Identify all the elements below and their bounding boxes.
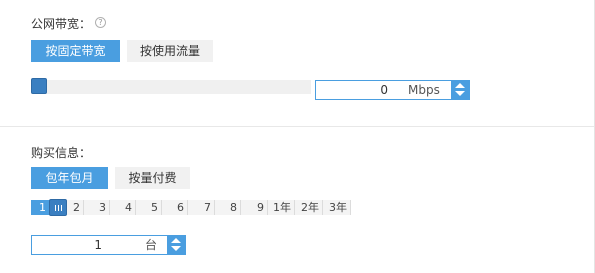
grip-line <box>61 205 62 211</box>
duration-tick[interactable]: 6 <box>162 200 188 215</box>
duration-tick[interactable]: 1年 <box>268 200 295 215</box>
bandwidth-unit: Mbps <box>408 83 440 97</box>
duration-tick[interactable]: 7 <box>188 200 215 215</box>
duration-tick[interactable]: 1 <box>31 200 50 215</box>
grip-line <box>55 205 56 211</box>
decrement-icon[interactable] <box>171 246 181 251</box>
tab-fixed-bandwidth[interactable]: 按固定带宽 <box>31 40 120 62</box>
bandwidth-slider-handle[interactable] <box>31 78 47 94</box>
purchase-label: 购买信息： <box>31 146 92 160</box>
duration-tick[interactable]: 8 <box>215 200 241 215</box>
bandwidth-label: 公网带宽： <box>31 17 92 31</box>
duration-tick[interactable]: 3年 <box>323 200 351 215</box>
bandwidth-value[interactable]: 0 <box>316 81 388 99</box>
quantity-unit: 台 <box>145 238 158 252</box>
grip-line <box>58 205 59 211</box>
bandwidth-input[interactable]: 0 Mbps <box>315 80 470 100</box>
help-icon[interactable]: ? <box>95 17 106 28</box>
duration-tick[interactable]: 5 <box>136 200 162 215</box>
duration-tick[interactable]: 9 <box>241 200 268 215</box>
quantity-input[interactable]: 1 台 <box>31 235 186 255</box>
bandwidth-stepper[interactable] <box>451 81 469 99</box>
tab-yearly-monthly[interactable]: 包年包月 <box>31 167 108 189</box>
bandwidth-slider-track[interactable] <box>31 80 311 94</box>
bandwidth-section: 公网带宽： ? 按固定带宽 按使用流量 0 Mbps <box>0 0 594 126</box>
duration-slider[interactable]: 1 2 3 4 5 6 7 8 9 1年 2年 3年 <box>31 200 351 215</box>
duration-tick[interactable]: 2年 <box>295 200 323 215</box>
tab-pay-as-you-go[interactable]: 按量付费 <box>115 167 190 189</box>
increment-icon[interactable] <box>455 83 465 88</box>
quantity-stepper[interactable] <box>167 236 185 254</box>
duration-tick[interactable]: 3 <box>84 200 110 215</box>
duration-slider-handle[interactable] <box>49 199 67 216</box>
tab-usage-traffic[interactable]: 按使用流量 <box>127 40 213 62</box>
decrement-icon[interactable] <box>455 91 465 96</box>
increment-icon[interactable] <box>171 238 181 243</box>
quantity-value[interactable]: 1 <box>32 236 102 254</box>
duration-tick[interactable]: 4 <box>110 200 136 215</box>
